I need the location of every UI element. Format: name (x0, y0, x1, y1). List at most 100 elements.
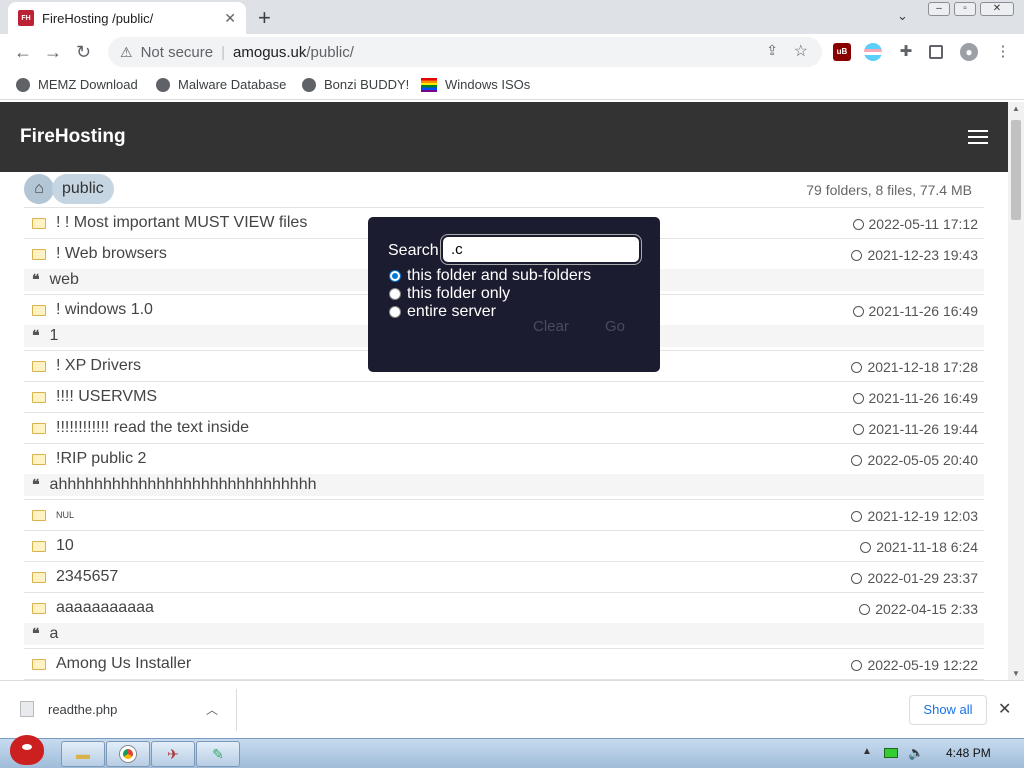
bookmark-malware-db[interactable]: Malware Database (156, 77, 286, 92)
volume-icon[interactable]: 🔈 (908, 745, 924, 761)
scroll-up-icon[interactable]: ▲ (1012, 104, 1020, 113)
globe-icon (302, 77, 316, 92)
option-label: this folder only (407, 285, 511, 302)
taskbar-chrome-button[interactable] (106, 741, 150, 767)
entry-line[interactable]: NUL (24, 500, 984, 530)
breadcrumb-public[interactable]: public (52, 174, 114, 204)
entry-date-text: 2022-01-29 23:37 (867, 570, 978, 586)
entry-name[interactable]: 2345657 (56, 568, 118, 586)
tab-search-chevron-icon[interactable]: ⌄ (897, 8, 908, 24)
radio-selected[interactable] (389, 270, 401, 282)
bookmark-windows-isos[interactable]: Windows ISOs (421, 77, 530, 92)
entry-line[interactable]: 2345657 (24, 562, 984, 592)
start-button[interactable] (4, 729, 52, 768)
hamburger-menu-icon[interactable] (968, 130, 988, 148)
list-item[interactable]: aaaaaaaaaaa 2022-04-15 2:33 ❝ a (24, 592, 984, 645)
close-shelf-icon[interactable]: ✕ (998, 699, 1011, 719)
warning-icon[interactable]: ⚠ (120, 44, 133, 61)
security-status[interactable]: Not secure (141, 44, 214, 61)
share-icon[interactable]: ⇪ (766, 42, 778, 59)
taskbar-notepad-button[interactable]: ✎ (196, 741, 240, 767)
entry-line[interactable]: aaaaaaaaaaa (24, 593, 984, 623)
go-button[interactable]: Go (605, 318, 625, 335)
browser-tab[interactable]: FH FireHosting /public/ ✕ (8, 2, 246, 34)
entry-date: 2022-05-05 20:40 (851, 452, 978, 468)
page-scrollbar[interactable]: ▲ ▼ (1008, 102, 1024, 680)
address-bar[interactable]: ⚠ Not secure | amogus.uk /public/ ⇪ ☆ (108, 37, 822, 67)
list-item[interactable]: 10 2021-11-18 6:24 (24, 530, 984, 561)
search-option-entire-server[interactable]: entire server (389, 303, 496, 321)
list-item[interactable]: !RIP public 2 2022-05-05 20:40 ❝ ahhhhhhhhh… (24, 443, 984, 496)
radio-unselected[interactable] (389, 288, 401, 300)
app-icon: ✈ (167, 745, 179, 762)
entry-line[interactable]: !!!! USERVMS (24, 382, 984, 412)
folder-icon (32, 304, 46, 316)
search-input[interactable]: .c (443, 237, 639, 262)
window-close-button[interactable]: ✕ (980, 2, 1014, 16)
list-item[interactable]: 2345657 2022-01-29 23:37 (24, 561, 984, 592)
maximize-button[interactable]: ▫ (954, 2, 976, 16)
entry-name[interactable]: !!!!!!!!!!!! read the text inside (56, 419, 249, 437)
search-option-subfolders[interactable]: this folder and sub-folders (389, 267, 591, 285)
search-option-folder-only[interactable]: this folder only (389, 285, 510, 303)
entry-name[interactable]: ! XP Drivers (56, 357, 141, 375)
entry-date-text: 2022-05-11 17:12 (868, 216, 979, 232)
entry-line[interactable]: 10 (24, 531, 984, 561)
extension-flag-icon[interactable] (864, 43, 882, 61)
clear-button[interactable]: Clear (533, 318, 569, 335)
side-panel-icon[interactable] (929, 45, 943, 59)
tray-expand-icon[interactable]: ▲ (862, 746, 872, 757)
bookmark-bonzi[interactable]: Bonzi BUDDY! (302, 77, 409, 92)
entry-line[interactable]: Among Us Installer (24, 649, 984, 679)
kebab-menu-icon[interactable]: ⋮ (994, 43, 1012, 61)
entry-name[interactable]: 10 (56, 537, 74, 555)
bookmark-memz[interactable]: MEMZ Download (16, 77, 138, 92)
scrollbar-thumb[interactable] (1011, 120, 1021, 220)
entry-name[interactable]: Among Us Installer (56, 655, 191, 673)
entry-line[interactable]: !RIP public 2 (24, 444, 984, 474)
reload-icon[interactable]: ↻ (76, 42, 91, 63)
list-item[interactable]: !!!! USERVMS 2021-11-26 16:49 (24, 381, 984, 412)
battery-icon[interactable] (884, 748, 898, 758)
clock[interactable]: 4:48 PM (946, 746, 991, 760)
entry-date: 2021-11-18 6:24 (860, 539, 978, 555)
home-icon[interactable]: ⌂ (24, 174, 54, 204)
bookmark-label: MEMZ Download (38, 77, 138, 92)
entry-name[interactable]: ! Web browsers (56, 245, 167, 263)
download-item[interactable]: readthe.php (20, 701, 117, 717)
radio-unselected[interactable] (389, 306, 401, 318)
entry-name[interactable]: ! ! Most important MUST VIEW files (56, 214, 307, 232)
list-item[interactable]: NUL 2021-12-19 12:03 (24, 499, 984, 530)
ublock-extension-icon[interactable]: uB (833, 43, 851, 61)
quote-icon: ❝ (32, 328, 40, 344)
list-item[interactable]: !!!!!!!!!!!! read the text inside 2021-11… (24, 412, 984, 443)
taskbar-app-button[interactable]: ✈ (151, 741, 195, 767)
scroll-down-icon[interactable]: ▼ (1012, 669, 1020, 678)
chevron-up-icon[interactable]: ︿ (206, 701, 218, 718)
site-brand[interactable]: FireHosting (20, 126, 126, 148)
show-all-button[interactable]: Show all (909, 695, 987, 725)
extensions-puzzle-icon[interactable]: ✚ (897, 43, 915, 61)
entry-name[interactable]: !!!! USERVMS (56, 388, 157, 406)
profile-avatar-icon[interactable]: ● (960, 43, 978, 61)
entry-name[interactable]: NUL (56, 510, 74, 520)
url-path[interactable]: /public/ (306, 44, 354, 61)
windows-flag-icon (421, 77, 437, 92)
entry-date: 2021-12-23 19:43 (851, 247, 978, 263)
url-host[interactable]: amogus.uk (233, 44, 306, 61)
entry-name[interactable]: !RIP public 2 (56, 450, 146, 468)
back-arrow-icon[interactable]: ← (14, 42, 32, 63)
entry-comment: ❝ a (24, 623, 984, 645)
taskbar-explorer-button[interactable]: ▬ (61, 741, 105, 767)
entry-name[interactable]: aaaaaaaaaaa (56, 599, 154, 617)
minimize-button[interactable]: – (928, 2, 950, 16)
list-item[interactable]: Among Us Installer 2022-05-19 12:22 (24, 648, 984, 679)
download-shelf: readthe.php ︿ Show all ✕ (0, 680, 1024, 738)
forward-arrow-icon[interactable]: → (44, 42, 62, 63)
new-tab-button[interactable]: + (258, 5, 271, 31)
folder-icon (32, 453, 46, 465)
tab-close-icon[interactable]: ✕ (224, 10, 236, 27)
entry-line[interactable]: !!!!!!!!!!!! read the text inside (24, 413, 984, 443)
bookmark-star-icon[interactable]: ☆ (794, 41, 808, 61)
entry-name[interactable]: ! windows 1.0 (56, 301, 153, 319)
